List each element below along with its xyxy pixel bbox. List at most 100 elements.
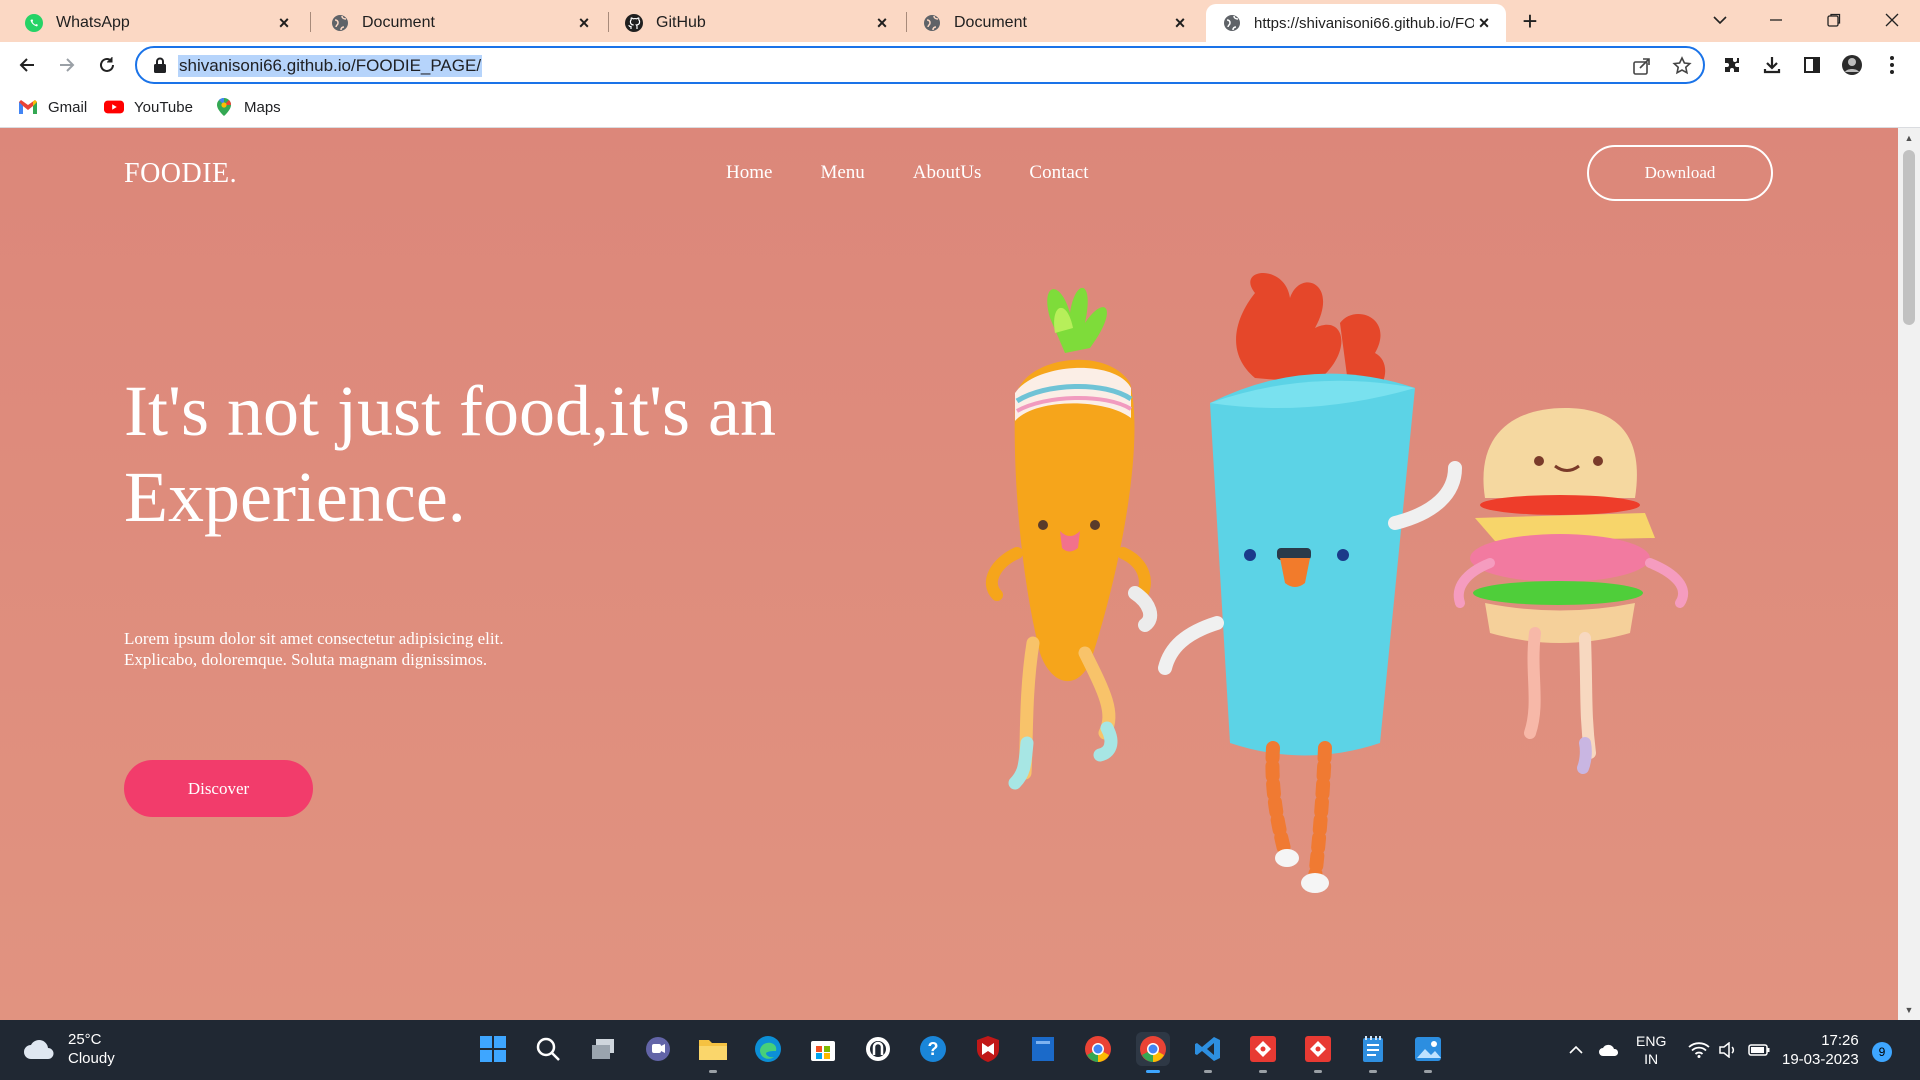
search-icon [536, 1037, 560, 1061]
mcafee[interactable] [971, 1032, 1005, 1066]
share-icon[interactable] [1632, 56, 1652, 76]
site-logo[interactable]: FOODIE. [124, 158, 237, 190]
weather-widget[interactable]: 25°C Cloudy [22, 1030, 115, 1068]
onedrive-tray[interactable] [1598, 1020, 1620, 1080]
arrow-right-icon [60, 58, 75, 72]
bookmark-maps[interactable]: Maps [214, 97, 281, 117]
teams-chat[interactable] [641, 1032, 675, 1066]
tab-search-button[interactable] [1692, 0, 1748, 40]
vscode-icon [1195, 1037, 1220, 1061]
git-app-1[interactable] [1246, 1032, 1280, 1073]
download-button[interactable]: Download [1587, 145, 1773, 201]
close-icon[interactable]: × [1474, 13, 1494, 33]
notes-app[interactable] [1026, 1032, 1060, 1066]
edge-browser[interactable] [751, 1032, 785, 1066]
wifi-icon [1688, 1042, 1710, 1058]
scroll-up-icon[interactable]: ▲ [1903, 132, 1915, 144]
hero-description: Lorem ipsum dolor sit amet consectetur a… [124, 628, 584, 670]
bookmark-label: Gmail [48, 98, 88, 116]
tab-github[interactable]: GitHub × [600, 4, 904, 42]
menu-icon[interactable] [1880, 53, 1904, 77]
nav-home[interactable]: Home [726, 162, 772, 184]
nav-menu[interactable]: Menu [820, 162, 864, 184]
battery-tray[interactable] [1748, 1020, 1770, 1080]
close-icon[interactable]: × [1170, 13, 1190, 33]
show-hidden-icons[interactable] [1568, 1020, 1584, 1080]
arrow-left-icon [19, 58, 34, 72]
bookmark-label: YouTube [134, 98, 193, 116]
scroll-thumb[interactable] [1903, 150, 1915, 325]
url-text[interactable]: shivanisoni66.github.io/FOODIE_PAGE/ [178, 55, 483, 77]
extensions-icon[interactable] [1720, 53, 1744, 77]
foodie-page: FOODIE. Home Menu AboutUs Contact Downlo… [0, 128, 1898, 1020]
maps-icon [214, 97, 234, 117]
language-code: ENG [1636, 1033, 1667, 1049]
close-icon[interactable]: × [574, 13, 594, 33]
cloud-icon [24, 1040, 54, 1059]
system-clock[interactable]: 17:26 19-03-2023 [1782, 1031, 1859, 1069]
clock-date: 19-03-2023 [1782, 1051, 1859, 1068]
profile-avatar[interactable] [1840, 53, 1864, 77]
hero-description-line: Lorem ipsum dolor sit amet consectetur a… [124, 629, 504, 648]
page-scrollbar[interactable]: ▲ ▼ [1898, 128, 1920, 1020]
app-circle[interactable] [861, 1032, 895, 1066]
reload-button[interactable] [92, 50, 122, 80]
lock-icon[interactable] [153, 57, 167, 78]
google-chrome-profile[interactable] [1136, 1032, 1170, 1073]
volume-tray[interactable] [1718, 1020, 1738, 1080]
wifi-tray[interactable] [1688, 1020, 1710, 1080]
scroll-down-icon[interactable]: ▼ [1903, 1004, 1915, 1016]
restore-button[interactable] [1806, 0, 1862, 40]
chevron-up-icon [1569, 1045, 1583, 1054]
notification-badge[interactable]: 9 [1872, 1042, 1892, 1062]
tab-document-1[interactable]: Document × [306, 4, 606, 42]
tab-document-2[interactable]: Document × [898, 4, 1202, 42]
notes-icon [1032, 1037, 1054, 1061]
nav-aboutus[interactable]: AboutUs [913, 162, 982, 184]
google-chrome[interactable] [1081, 1032, 1115, 1066]
globe-icon [1222, 13, 1242, 33]
carrot-character [985, 287, 1158, 790]
taskbar-search[interactable] [531, 1032, 565, 1066]
vs-code[interactable] [1191, 1032, 1225, 1073]
forward-button[interactable] [52, 50, 82, 80]
discover-button[interactable]: Discover [124, 760, 313, 817]
star-icon[interactable] [1672, 56, 1692, 76]
svg-text:?: ? [928, 1039, 939, 1059]
window-close-button[interactable] [1864, 0, 1920, 40]
close-icon[interactable]: × [872, 13, 892, 33]
close-icon[interactable]: × [274, 13, 294, 33]
bookmarks-bar: Gmail YouTube Maps [0, 88, 1920, 128]
git-icon [1305, 1036, 1331, 1062]
minimize-icon [1770, 19, 1782, 21]
tab-foodie-page[interactable]: https://shivanisoni66.github.io/FOODIE_P… [1206, 4, 1506, 42]
tab-whatsapp[interactable]: WhatsApp × [0, 4, 306, 42]
minimize-button[interactable] [1748, 0, 1804, 40]
nav-contact[interactable]: Contact [1029, 162, 1088, 184]
git-app-2[interactable] [1301, 1032, 1335, 1073]
get-help[interactable]: ? [916, 1032, 950, 1066]
site-nav: Home Menu AboutUs Contact [726, 162, 1089, 184]
address-bar[interactable]: shivanisoni66.github.io/FOODIE_PAGE/ [135, 46, 1705, 84]
restore-icon [1827, 13, 1841, 27]
task-view[interactable] [586, 1032, 620, 1066]
side-panel-icon[interactable] [1800, 53, 1824, 77]
microsoft-store[interactable] [806, 1032, 840, 1066]
whatsapp-icon [24, 13, 44, 33]
new-tab-button[interactable]: + [1516, 8, 1544, 36]
youtube-icon [104, 97, 124, 117]
hero-description-line: Explicabo, doloremque. Soluta magnam dig… [124, 650, 488, 669]
bookmark-gmail[interactable]: Gmail [18, 97, 87, 117]
bookmark-youtube[interactable]: YouTube [104, 97, 193, 117]
reload-icon [100, 57, 114, 72]
bookmark-label: Maps [244, 98, 281, 116]
notepad[interactable] [1356, 1032, 1390, 1073]
download-icon[interactable] [1760, 53, 1784, 77]
gmail-icon [18, 97, 38, 117]
tab-title: Document [954, 14, 1027, 31]
file-explorer[interactable] [696, 1032, 730, 1073]
back-button[interactable] [12, 50, 42, 80]
language-indicator[interactable]: ENG IN [1636, 1020, 1666, 1080]
photos[interactable] [1411, 1032, 1445, 1073]
start-button[interactable] [476, 1032, 510, 1066]
